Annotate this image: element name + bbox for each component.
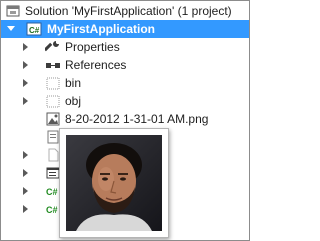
tree-row-references[interactable]: References [1,56,249,74]
tree-row-form[interactable] [1,164,61,182]
svg-text:C#: C# [29,26,40,35]
wrench-icon [43,39,61,55]
tree-row-obj[interactable]: obj [1,92,249,110]
tree-row-image-file[interactable]: 8-20-2012 1-31-01 AM.png [1,110,249,128]
csharp-glyph: C# [46,205,58,215]
bin-label: bin [65,76,82,90]
expand-arrow-icon[interactable] [23,205,28,213]
collapse-arrow-icon[interactable] [7,26,15,31]
tree-row-solution[interactable]: Solution 'MyFirstApplication' (1 project… [1,2,249,20]
tree-row-csharp-file-1[interactable]: C# [1,182,61,200]
image-preview-tooltip [59,128,169,238]
expand-arrow-icon[interactable] [23,97,28,105]
image-file-label: 8-20-2012 1-31-01 AM.png [65,112,209,126]
csharp-glyph: C# [46,187,58,197]
expand-arrow-icon[interactable] [23,169,28,177]
csharp-project-icon: C# [26,21,42,37]
tree-row-properties[interactable]: Properties [1,38,249,56]
solution-icon [5,3,21,19]
solution-label: Solution 'MyFirstApplication' (1 project… [25,4,232,18]
image-preview-icon [66,135,162,231]
image-file-icon [45,111,61,127]
references-label: References [65,58,127,72]
expand-arrow-icon[interactable] [23,43,28,51]
properties-label: Properties [65,40,120,54]
expand-arrow-icon[interactable] [23,151,28,159]
tree-row-project[interactable]: C# MyFirstApplication [1,20,249,38]
references-icon [45,57,61,73]
tree-row-file[interactable] [1,146,61,164]
expand-arrow-icon[interactable] [23,187,28,195]
solution-explorer-panel: Solution 'MyFirstApplication' (1 project… [0,0,250,241]
expand-arrow-icon[interactable] [23,61,28,69]
folder-dotted-icon [45,75,61,91]
project-label: MyFirstApplication [47,22,156,36]
tree-row-csharp-file-2[interactable]: C# [1,200,61,218]
folder-dotted-icon [45,93,61,109]
obj-label: obj [65,94,82,108]
expand-arrow-icon[interactable] [23,79,28,87]
tree-row-config[interactable] [1,128,61,146]
tree-row-bin[interactable]: bin [1,74,249,92]
